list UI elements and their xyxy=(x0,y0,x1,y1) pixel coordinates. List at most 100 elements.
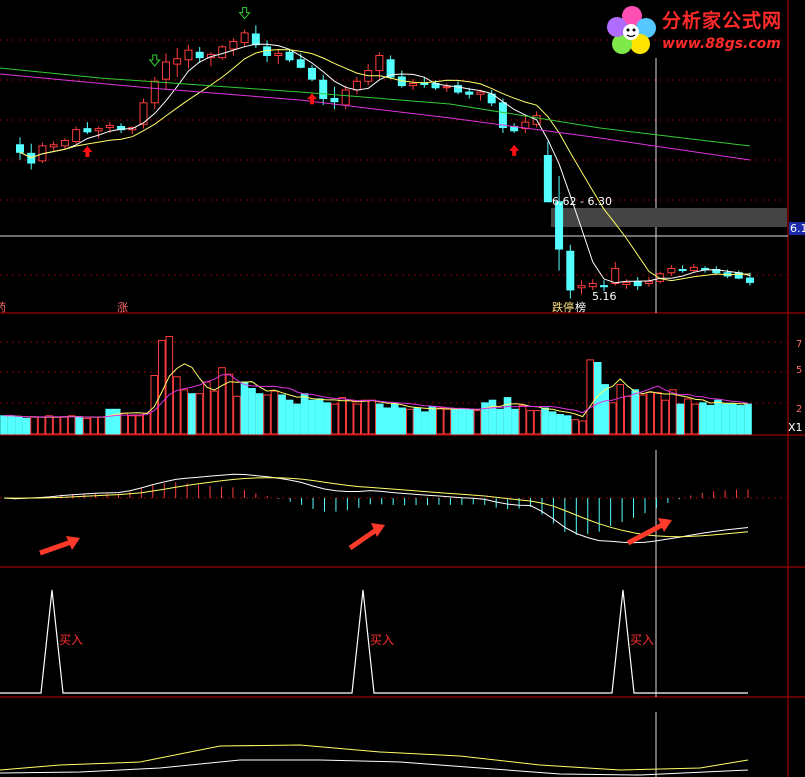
candle-body xyxy=(150,80,159,104)
volume-bar xyxy=(421,411,429,435)
candle-body xyxy=(543,155,552,203)
candle-body xyxy=(442,86,451,89)
volume-bar xyxy=(345,399,354,435)
candle-body xyxy=(746,277,754,283)
sell-arrow-icon xyxy=(238,7,251,20)
volume-bar xyxy=(511,408,519,435)
buy-arrow-icon xyxy=(307,93,317,105)
list-text: 榜 xyxy=(575,301,586,314)
ma-long-magenta-line xyxy=(0,73,751,161)
volume-bar xyxy=(548,411,557,435)
volume-bar xyxy=(7,415,16,435)
stock-chart: 7 5 2 买入 买入 买入 xyxy=(0,0,805,777)
candle-body xyxy=(240,32,249,44)
low-price-label: 5.16 xyxy=(592,290,617,303)
volume-bar xyxy=(436,407,444,435)
volume-bar xyxy=(330,403,339,435)
candle-body xyxy=(409,82,418,87)
volume-bar xyxy=(578,420,587,435)
candle-body xyxy=(689,266,698,272)
sell-arrow-icon xyxy=(148,54,161,67)
volume-bar xyxy=(210,390,219,435)
volume-bar xyxy=(188,393,196,435)
candle-body xyxy=(308,67,316,80)
candle-body xyxy=(465,91,474,95)
volume-bar xyxy=(45,415,53,435)
volume-bar xyxy=(413,407,422,435)
volume-bar xyxy=(458,408,467,435)
volume-bar xyxy=(0,415,8,435)
candle-body xyxy=(611,267,620,284)
volume-bar xyxy=(173,376,181,435)
volume-bar xyxy=(496,408,504,435)
volume-bar xyxy=(112,408,121,435)
bottom-indicator-line xyxy=(0,744,749,771)
volume-bar xyxy=(518,404,527,435)
volume-bar xyxy=(736,404,745,435)
volume-bar xyxy=(541,407,549,435)
volume-bar xyxy=(165,336,174,435)
volume-bar xyxy=(669,389,677,435)
volume-bar xyxy=(526,410,534,435)
volume-bar xyxy=(338,397,346,435)
buy-signal-label: 买入 xyxy=(630,633,654,647)
volume-bar xyxy=(360,399,369,435)
buy-arrow-icon xyxy=(509,144,520,156)
volume-bar xyxy=(300,393,309,435)
volume-bar xyxy=(135,415,144,435)
candle-body xyxy=(251,33,260,46)
volume-bar xyxy=(308,399,316,435)
volume-bar xyxy=(390,403,399,435)
right-price-tag: 6.1 xyxy=(789,222,805,235)
volume-bar xyxy=(638,394,647,435)
candle-body xyxy=(498,102,507,129)
volume-bar xyxy=(233,395,241,435)
volume-bar xyxy=(270,390,279,435)
limit-down-text: 跌停 xyxy=(552,301,574,314)
candle-body xyxy=(285,51,294,61)
candle-body xyxy=(83,128,92,133)
volume-scale-label: 5 xyxy=(796,365,802,376)
volume-bar xyxy=(398,407,407,435)
volume-bar xyxy=(556,414,564,435)
volume-bar xyxy=(30,416,38,435)
volume-bar xyxy=(127,415,136,435)
volume-bar xyxy=(60,416,68,435)
volume-bar xyxy=(714,399,722,435)
volume-bar xyxy=(293,403,301,435)
candle-body xyxy=(16,144,24,153)
volume-bar xyxy=(451,408,459,435)
bottom-indicator-line xyxy=(0,759,749,776)
candle-body xyxy=(577,285,586,289)
candle-body xyxy=(352,80,361,91)
candle-body xyxy=(600,285,608,288)
volume-bar xyxy=(120,412,129,435)
volume-bar xyxy=(443,408,452,435)
candle-body xyxy=(218,46,227,59)
candle-body xyxy=(566,250,575,291)
buy-signal-label: 买入 xyxy=(370,633,394,647)
price-range-box xyxy=(551,208,787,227)
candle-body xyxy=(162,61,170,80)
volume-bar xyxy=(699,402,707,435)
volume-bar xyxy=(75,416,83,435)
candle-body xyxy=(555,201,564,250)
candle-body xyxy=(296,59,305,68)
candle-body xyxy=(173,58,182,65)
volume-bar xyxy=(721,403,730,435)
range-label: 6.62 - 6.30 xyxy=(552,195,612,208)
volume-bar xyxy=(616,384,625,435)
volume-bar xyxy=(248,388,256,435)
candle-body xyxy=(588,282,597,288)
volume-scale-label: 7 xyxy=(796,339,802,350)
volume-bar xyxy=(240,381,249,435)
buy-arrow-icon xyxy=(82,146,93,157)
volume-bar xyxy=(218,367,226,435)
candle-body xyxy=(60,139,69,147)
volume-bar xyxy=(278,394,286,435)
candle-body xyxy=(319,79,328,100)
candle-body xyxy=(667,267,676,274)
volume-bar xyxy=(571,419,579,435)
candle-body xyxy=(274,52,283,56)
volume-bar xyxy=(623,395,632,435)
